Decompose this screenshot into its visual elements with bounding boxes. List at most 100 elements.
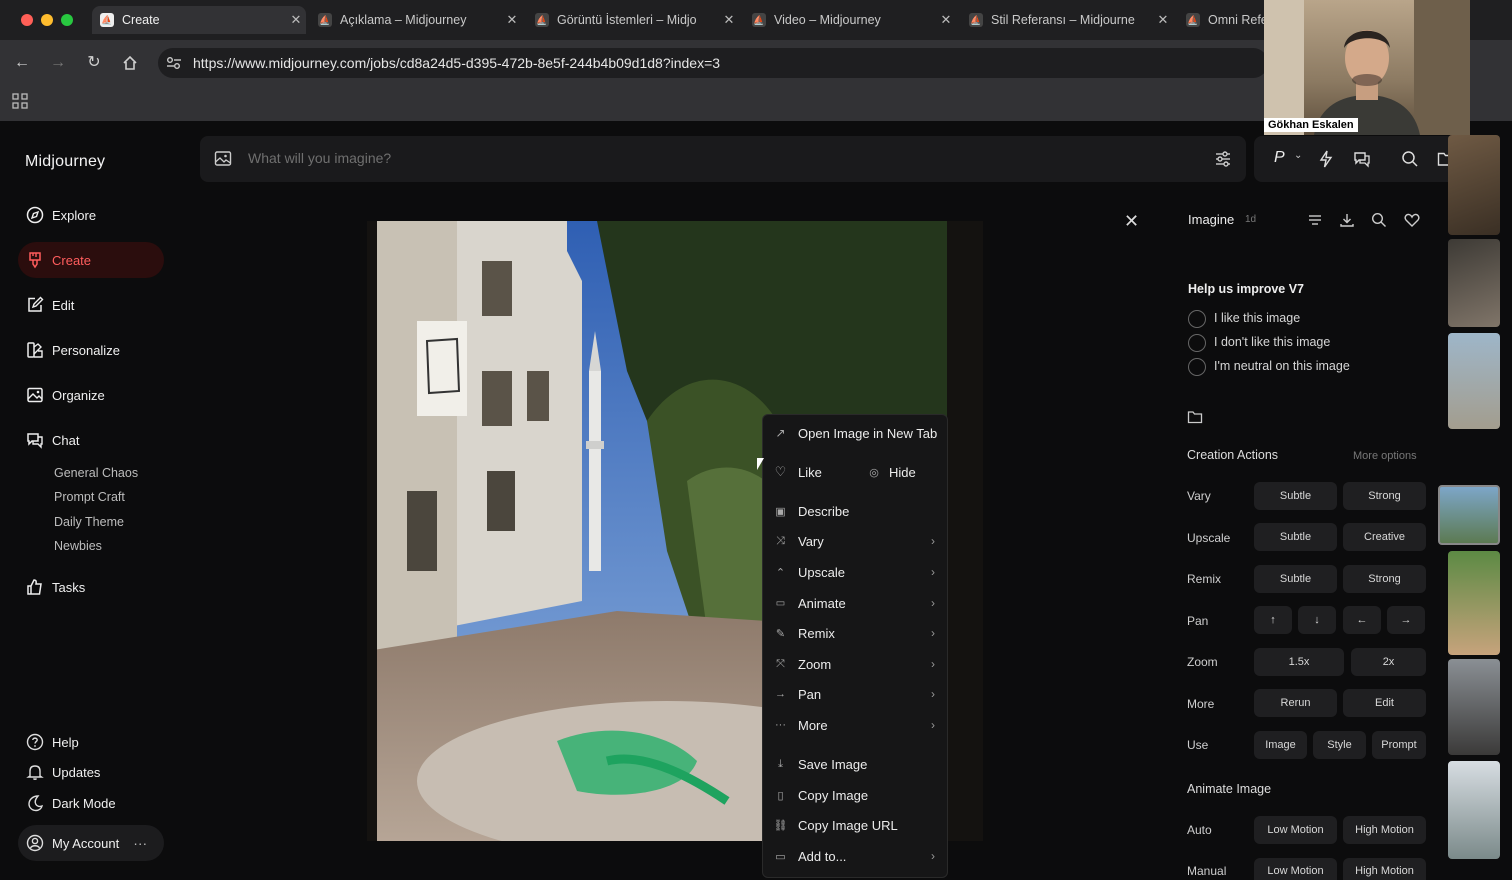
- heart-icon[interactable]: [1404, 212, 1420, 233]
- sidebar-item-dark-mode[interactable]: Dark Mode: [18, 785, 164, 821]
- window-minimize-button[interactable]: [41, 14, 53, 26]
- close-viewer-icon[interactable]: ✕: [1124, 211, 1139, 232]
- search-icon[interactable]: [1401, 150, 1419, 173]
- chevron-down-icon[interactable]: ⌄: [1294, 150, 1302, 161]
- sidebar-item-organize[interactable]: Organize: [18, 377, 164, 413]
- add-image-icon[interactable]: [214, 150, 234, 173]
- menu-item-copy-image-url[interactable]: ⛓ Copy Image URL: [763, 812, 949, 838]
- pan-up-button[interactable]: ↑: [1254, 606, 1292, 634]
- brand-logo[interactable]: Midjourney: [25, 153, 105, 171]
- reload-icon[interactable]: ↻: [81, 50, 107, 76]
- lightning-icon[interactable]: [1318, 150, 1334, 173]
- menu-item-like[interactable]: ♡ Like: [763, 459, 853, 485]
- menu-item-pan[interactable]: → Pan ›: [763, 681, 949, 707]
- menu-item-upscale[interactable]: ⌃ Upscale ›: [763, 559, 949, 585]
- browser-tab[interactable]: ⛵ Açıklama – Midjourney ✕: [310, 6, 522, 34]
- pan-down-button[interactable]: ↓: [1298, 606, 1336, 634]
- auto-low-motion-button[interactable]: Low Motion: [1254, 816, 1337, 844]
- tab-close-icon[interactable]: ✕: [502, 12, 522, 28]
- menu-item-hide[interactable]: ◎ Hide: [859, 459, 945, 485]
- edit-button[interactable]: Edit: [1343, 689, 1426, 717]
- menu-item-remix[interactable]: ✎ Remix ›: [763, 620, 949, 646]
- sidebar-item-create[interactable]: Create: [18, 242, 164, 278]
- settings-sliders-icon[interactable]: [1214, 150, 1232, 173]
- prompt-bar[interactable]: What will you imagine?: [200, 136, 1246, 182]
- link-icon: ⛓: [773, 819, 788, 832]
- menu-lines-icon[interactable]: [1307, 213, 1323, 232]
- menu-item-add-to[interactable]: ▭ Add to... ›: [763, 843, 949, 869]
- zoom-1-5x-button[interactable]: 1.5x: [1254, 648, 1344, 676]
- menu-item-animate[interactable]: ▭ Animate ›: [763, 590, 949, 616]
- back-arrow-icon[interactable]: ←: [9, 50, 35, 76]
- search-similar-icon[interactable]: [1371, 212, 1387, 233]
- thumbnail-image-selected[interactable]: [1438, 485, 1500, 545]
- use-prompt-button[interactable]: Prompt: [1372, 731, 1426, 759]
- chat-room-daily-theme[interactable]: Daily Theme: [54, 515, 124, 529]
- vary-subtle-button[interactable]: Subtle: [1254, 482, 1337, 510]
- prompt-input[interactable]: What will you imagine?: [248, 150, 391, 166]
- folder-icon[interactable]: [1187, 410, 1203, 429]
- home-icon[interactable]: [117, 50, 143, 76]
- rerun-button[interactable]: Rerun: [1254, 689, 1337, 717]
- tab-close-icon[interactable]: ✕: [286, 12, 306, 28]
- thumbnail-image[interactable]: [1448, 761, 1500, 859]
- feedback-radio-like[interactable]: [1188, 310, 1206, 328]
- tab-close-icon[interactable]: ✕: [719, 12, 739, 28]
- zoom-2x-button[interactable]: 2x: [1351, 648, 1426, 676]
- sidebar-item-edit[interactable]: Edit: [18, 287, 164, 323]
- tab-close-icon[interactable]: ✕: [936, 12, 956, 28]
- manual-high-motion-button[interactable]: High Motion: [1343, 858, 1426, 880]
- pan-left-button[interactable]: ←: [1343, 606, 1381, 634]
- menu-item-describe[interactable]: ▣ Describe: [763, 498, 949, 524]
- chat-room-prompt-craft[interactable]: Prompt Craft: [54, 490, 125, 504]
- thumbnail-image[interactable]: [1448, 135, 1500, 235]
- upscale-subtle-button[interactable]: Subtle: [1254, 523, 1337, 551]
- thumbnail-image[interactable]: [1448, 551, 1500, 655]
- chat-bubbles-icon[interactable]: [1353, 150, 1371, 173]
- apps-grid-icon[interactable]: [12, 93, 28, 114]
- remix-strong-button[interactable]: Strong: [1343, 565, 1426, 593]
- browser-tab-create[interactable]: ⛵ Create ✕: [92, 6, 306, 34]
- menu-item-save-image[interactable]: ⤓ Save Image: [763, 751, 949, 777]
- download-icon[interactable]: [1339, 212, 1355, 233]
- sidebar-item-tasks[interactable]: Tasks: [18, 569, 164, 605]
- feedback-radio-neutral[interactable]: [1188, 358, 1206, 376]
- feedback-radio-dislike[interactable]: [1188, 334, 1206, 352]
- browser-tab[interactable]: ⛵ Stil Referansı – Midjourne ✕: [961, 6, 1173, 34]
- upscale-creative-button[interactable]: Creative: [1343, 523, 1426, 551]
- thumbnail-image[interactable]: [1448, 333, 1500, 429]
- window-maximize-button[interactable]: [61, 14, 73, 26]
- sidebar-item-chat[interactable]: Chat: [18, 422, 164, 458]
- menu-item-copy-image[interactable]: ▯ Copy Image: [763, 782, 949, 808]
- thumbnail-image[interactable]: [1448, 239, 1500, 327]
- more-dots-icon[interactable]: ···: [133, 835, 147, 851]
- use-style-button[interactable]: Style: [1313, 731, 1366, 759]
- browser-tab[interactable]: ⛵ Görüntü İstemleri – Midjo ✕: [527, 6, 739, 34]
- my-account-button[interactable]: My Account ···: [18, 825, 164, 861]
- chat-room-newbies[interactable]: Newbies: [54, 539, 102, 553]
- tab-close-icon[interactable]: ✕: [1153, 12, 1173, 28]
- site-settings-icon[interactable]: [166, 48, 182, 80]
- download-icon: ⤓: [778, 757, 783, 770]
- browser-tab[interactable]: ⛵ Video – Midjourney ✕: [744, 6, 956, 34]
- chat-room-general-chaos[interactable]: General Chaos: [54, 466, 138, 480]
- auto-high-motion-button[interactable]: High Motion: [1343, 816, 1426, 844]
- menu-item-zoom[interactable]: ⤧ Zoom ›: [763, 651, 949, 677]
- manual-low-motion-button[interactable]: Low Motion: [1254, 858, 1337, 880]
- window-close-button[interactable]: [21, 14, 33, 26]
- sidebar-item-personalize[interactable]: Personalize: [18, 332, 164, 368]
- use-image-button[interactable]: Image: [1254, 731, 1307, 759]
- sidebar-item-explore[interactable]: Explore: [18, 197, 164, 233]
- remix-subtle-button[interactable]: Subtle: [1254, 565, 1337, 593]
- menu-item-more[interactable]: ··· More ›: [763, 712, 949, 738]
- thumbnail-image[interactable]: [1448, 659, 1500, 755]
- forward-arrow-icon[interactable]: →: [45, 50, 71, 76]
- pan-right-button[interactable]: →: [1387, 606, 1425, 634]
- vary-strong-button[interactable]: Strong: [1343, 482, 1426, 510]
- menu-item-open-new-tab[interactable]: ↗ Open Image in New Tab: [763, 420, 949, 446]
- browser-tab[interactable]: ⛵ Omni Refe: [1178, 6, 1264, 34]
- address-bar[interactable]: https://www.midjourney.com/jobs/cd8a24d5…: [158, 48, 1268, 78]
- more-options-link[interactable]: More options: [1353, 450, 1417, 462]
- menu-item-vary[interactable]: ⤨ Vary ›: [763, 528, 949, 554]
- personalize-badge[interactable]: P: [1274, 149, 1285, 167]
